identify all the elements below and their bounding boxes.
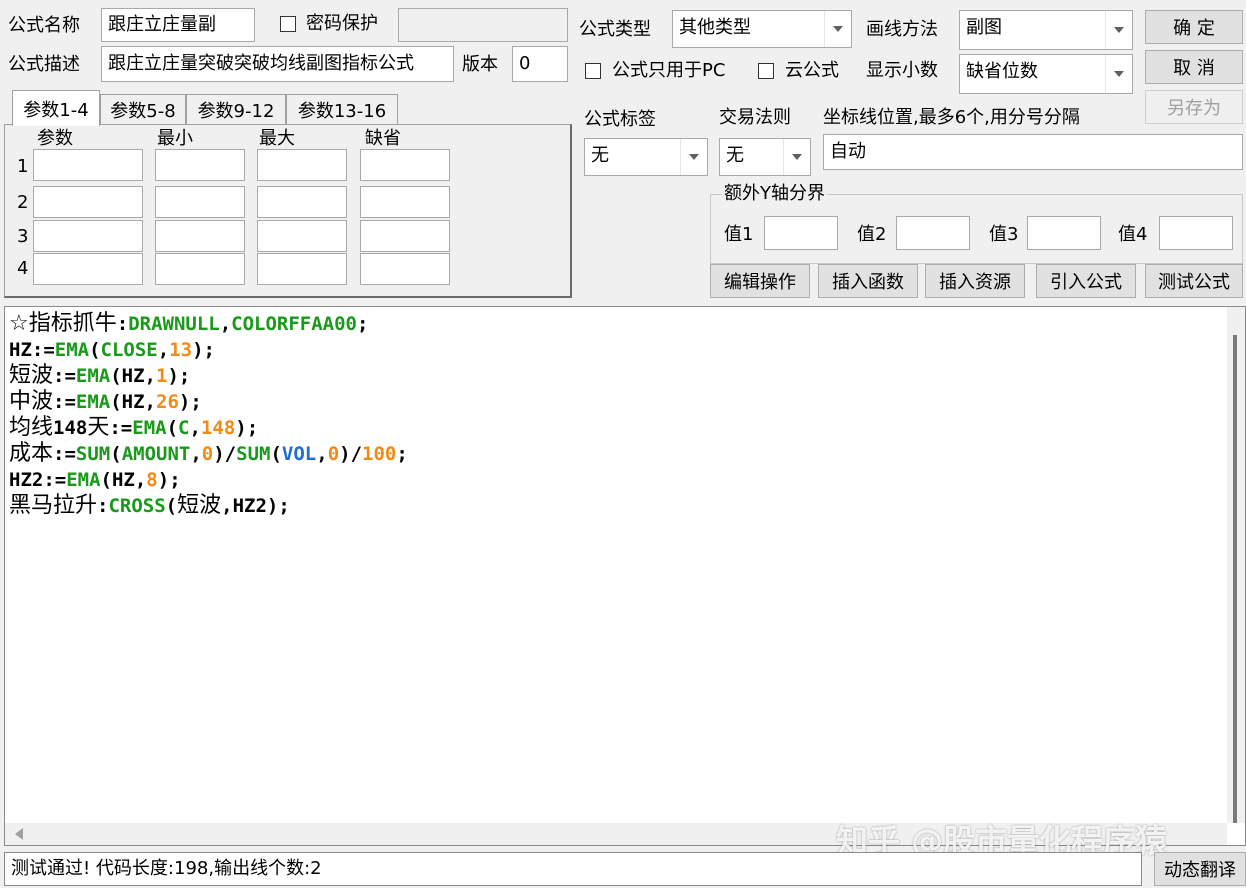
value2-input[interactable] — [896, 216, 970, 250]
formula-code: ☆指标抓牛:DRAWNULL,COLORFFAA00; HZ:=EMA(CLOS… — [9, 311, 408, 518]
value1-label: 值1 — [724, 224, 754, 245]
value4-input[interactable] — [1159, 216, 1233, 250]
password-label: 密码保护 — [306, 13, 378, 34]
param-1-min-input[interactable] — [155, 149, 245, 181]
param-1-default-input[interactable] — [360, 149, 450, 181]
draw-method-select[interactable]: 副图 — [959, 10, 1133, 50]
param-row-number: 2 — [17, 192, 29, 213]
param-2-name-input[interactable] — [33, 186, 143, 218]
params-panel: 参数 最小 最大 缺省 1 2 3 4 — [4, 124, 572, 298]
test-formula-button[interactable]: 测试公式 — [1145, 264, 1243, 298]
chevron-down-icon — [1105, 11, 1132, 49]
ok-button[interactable]: 确 定 — [1145, 10, 1243, 44]
extra-y-axis-title: 额外Y轴分界 — [722, 182, 827, 206]
param-3-min-input[interactable] — [155, 220, 245, 252]
chevron-down-icon — [783, 139, 810, 175]
formula-tag-value: 无 — [591, 145, 609, 166]
tab-params-1-4[interactable]: 参数1-4 — [12, 90, 100, 126]
pc-only-checkbox[interactable] — [585, 63, 601, 79]
param-3-name-input[interactable] — [33, 220, 143, 252]
decimals-select[interactable]: 缺省位数 — [959, 54, 1133, 94]
formula-type-value: 其他类型 — [679, 17, 751, 38]
password-checkbox[interactable] — [280, 16, 296, 32]
param-3-max-input[interactable] — [257, 220, 347, 252]
scroll-left-icon[interactable] — [15, 828, 23, 840]
cancel-button[interactable]: 取 消 — [1145, 50, 1243, 84]
axis-position-input[interactable]: 自动 — [823, 134, 1243, 170]
chevron-down-icon — [1105, 55, 1132, 93]
edit-operations-button[interactable]: 编辑操作 — [710, 264, 810, 298]
trade-rule-label: 交易法则 — [719, 107, 791, 128]
param-2-min-input[interactable] — [155, 186, 245, 218]
decimals-label: 显示小数 — [866, 60, 938, 81]
trade-rule-value: 无 — [726, 145, 744, 166]
param-4-min-input[interactable] — [155, 253, 245, 285]
draw-method-value: 副图 — [966, 17, 1002, 38]
decimals-value: 缺省位数 — [966, 61, 1038, 82]
value3-label: 值3 — [989, 224, 1019, 245]
param-1-name-input[interactable] — [33, 149, 143, 181]
version-input[interactable]: 0 — [512, 46, 568, 82]
formula-tag-select[interactable]: 无 — [584, 138, 708, 176]
param-4-max-input[interactable] — [257, 253, 347, 285]
insert-function-button[interactable]: 插入函数 — [818, 264, 918, 298]
save-as-button[interactable]: 另存为 — [1145, 90, 1243, 124]
param-3-default-input[interactable] — [360, 220, 450, 252]
formula-tag-label: 公式标签 — [584, 109, 656, 130]
code-editor[interactable]: ☆指标抓牛:DRAWNULL,COLORFFAA00; HZ:=EMA(CLOS… — [4, 306, 1246, 846]
trade-rule-select[interactable]: 无 — [719, 138, 811, 176]
cloud-checkbox[interactable] — [758, 63, 774, 79]
param-header-min: 最小 — [157, 128, 193, 149]
param-row-number: 1 — [17, 156, 29, 177]
param-header-max: 最大 — [259, 128, 295, 149]
pc-only-label: 公式只用于PC — [612, 60, 726, 81]
chevron-down-icon — [680, 139, 707, 175]
param-4-name-input[interactable] — [33, 253, 143, 285]
value2-label: 值2 — [857, 224, 887, 245]
formula-desc-label: 公式描述 — [8, 54, 80, 75]
insert-resource-button[interactable]: 插入资源 — [925, 264, 1025, 298]
value1-input[interactable] — [764, 216, 838, 250]
formula-name-input[interactable]: 跟庄立庄量副 — [101, 8, 255, 42]
param-header-name: 参数 — [37, 128, 73, 149]
draw-method-label: 画线方法 — [866, 19, 938, 40]
param-header-default: 缺省 — [365, 128, 401, 149]
param-row-number: 3 — [17, 226, 29, 247]
formula-name-label: 公式名称 — [8, 15, 80, 36]
chevron-down-icon — [824, 11, 851, 47]
formula-type-select[interactable]: 其他类型 — [672, 10, 852, 48]
param-4-default-input[interactable] — [360, 253, 450, 285]
param-2-default-input[interactable] — [360, 186, 450, 218]
formula-desc-input[interactable]: 跟庄立庄量突破突破均线副图指标公式 — [101, 46, 454, 82]
version-label: 版本 — [462, 54, 498, 75]
param-row-number: 4 — [17, 258, 29, 279]
password-input — [398, 8, 568, 42]
value3-input[interactable] — [1027, 216, 1101, 250]
dynamic-translate-button[interactable]: 动态翻译 — [1154, 852, 1246, 886]
cloud-label: 云公式 — [785, 60, 839, 81]
import-formula-button[interactable]: 引入公式 — [1036, 264, 1136, 298]
scrollbar-thumb[interactable] — [1233, 335, 1237, 823]
value4-label: 值4 — [1118, 224, 1148, 245]
axis-position-label: 坐标线位置,最多6个,用分号分隔 — [823, 107, 1080, 128]
param-1-max-input[interactable] — [257, 149, 347, 181]
formula-type-label: 公式类型 — [579, 19, 651, 40]
status-message: 测试通过! 代码长度:198,输出线个数:2 — [4, 852, 1142, 886]
tab-params-5-8[interactable]: 参数5-8 — [100, 94, 186, 124]
tab-params-13-16[interactable]: 参数13-16 — [286, 94, 398, 124]
vertical-scrollbar[interactable] — [1227, 307, 1245, 823]
param-2-max-input[interactable] — [257, 186, 347, 218]
tab-params-9-12[interactable]: 参数9-12 — [186, 94, 286, 124]
